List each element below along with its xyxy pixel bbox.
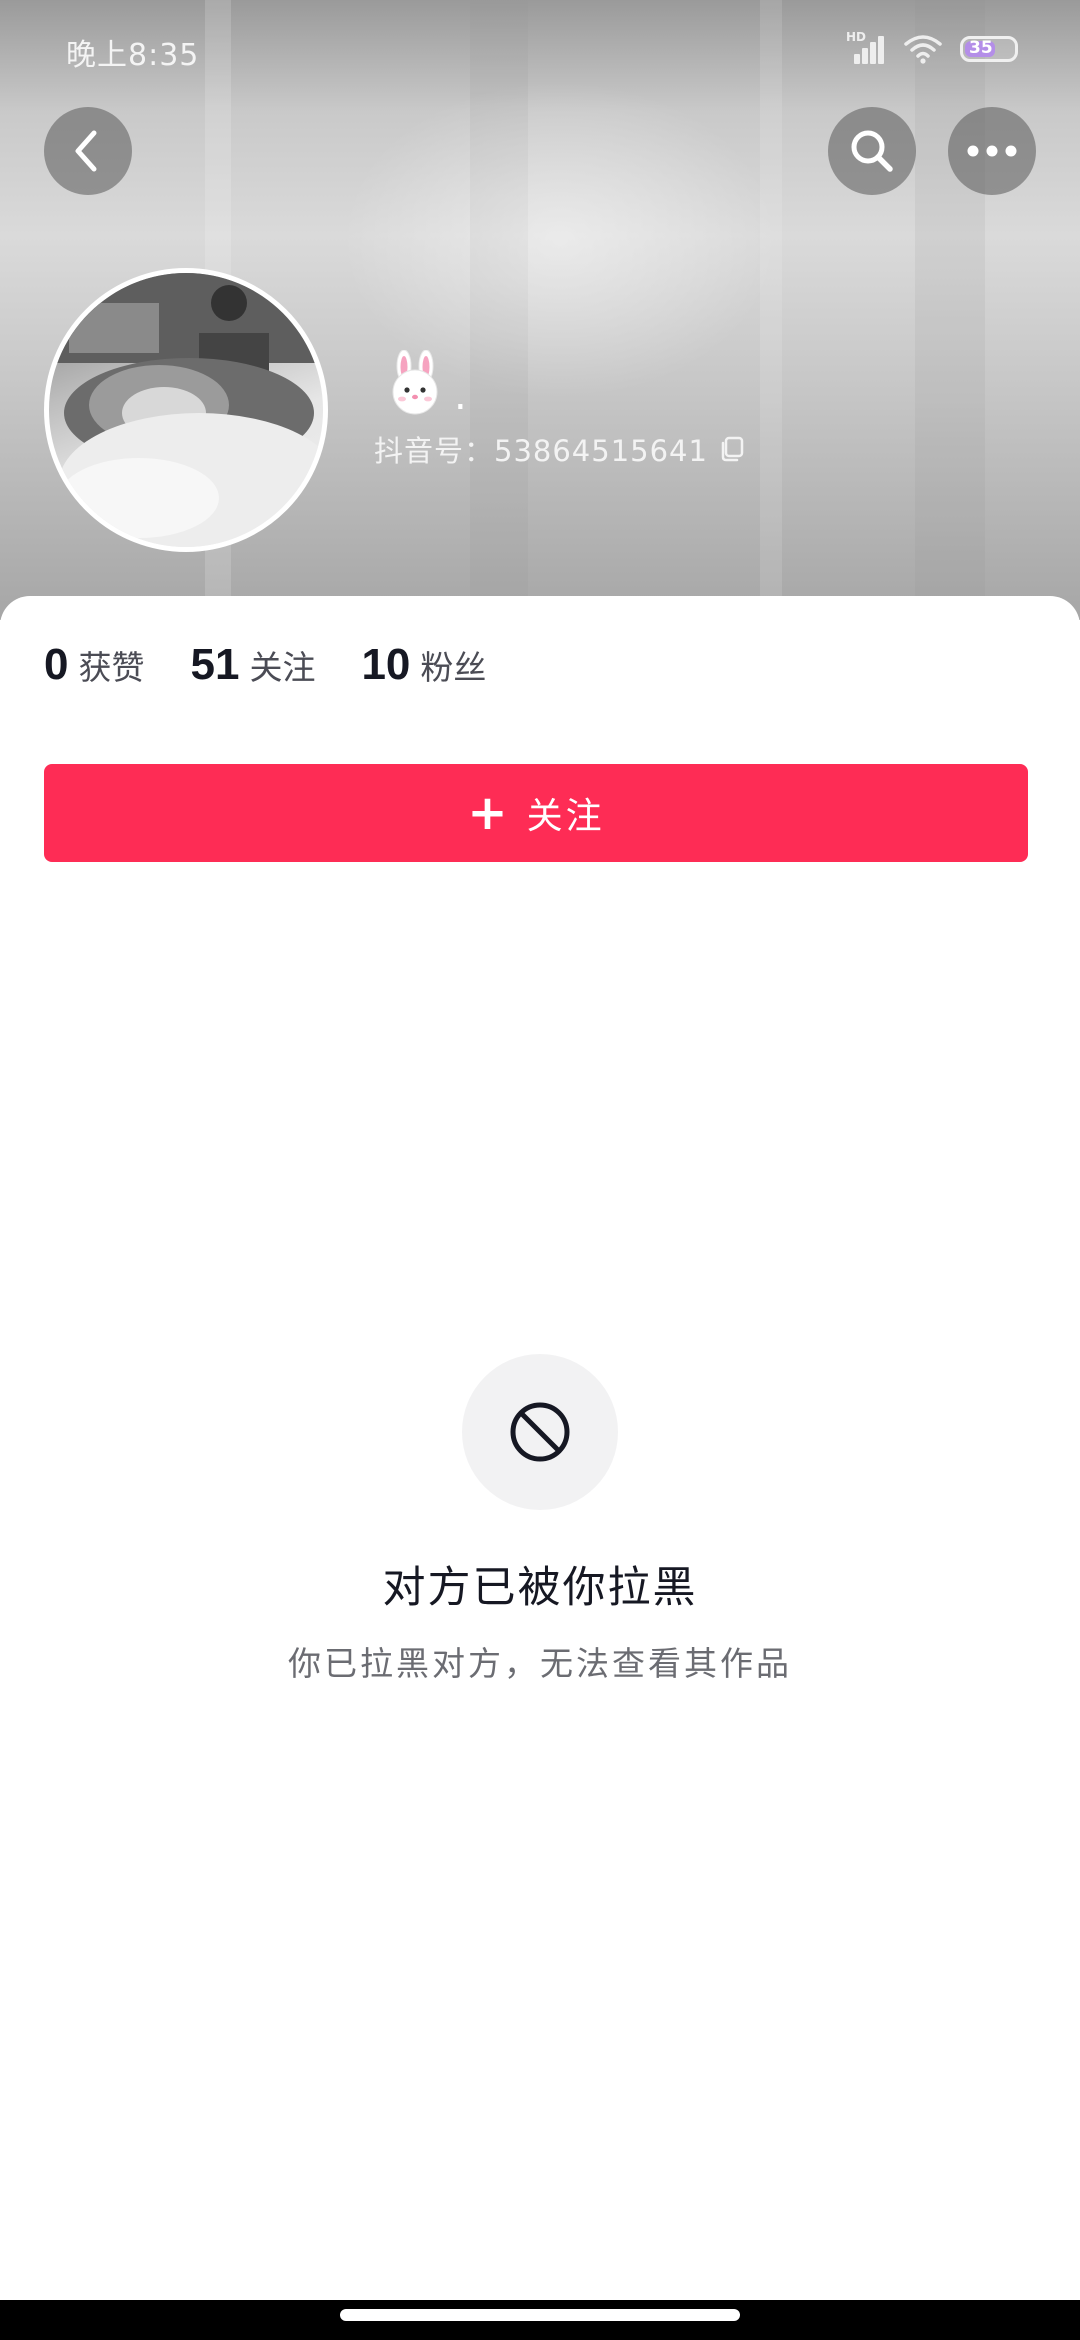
likes-label: 获赞 [78, 648, 145, 687]
signal-icon: HD [846, 30, 886, 64]
blocked-subtitle: 你已拉黑对方，无法查看其作品 [288, 1644, 792, 1683]
follow-label: 关注 [526, 796, 605, 837]
prohibited-icon [510, 1402, 570, 1462]
stat-following[interactable]: 51 关注 [190, 640, 315, 690]
followers-label: 粉丝 [420, 648, 487, 687]
wifi-icon [904, 35, 942, 64]
nickname: . [382, 350, 467, 416]
profile-stats: 0 获赞 51 关注 10 粉丝 [44, 640, 532, 690]
plus-icon: + [467, 785, 511, 841]
network-type: HD [846, 30, 867, 44]
following-label: 关注 [249, 648, 316, 687]
blocked-icon-container [462, 1354, 618, 1510]
chevron-left-icon [75, 130, 97, 172]
nickname-text: . [454, 373, 467, 419]
stat-followers[interactable]: 10 粉丝 [361, 640, 486, 690]
followers-count: 10 [361, 640, 411, 689]
home-indicator[interactable] [340, 2309, 740, 2321]
search-button[interactable] [828, 107, 916, 195]
status-icons: HD 35 [846, 30, 1018, 66]
battery-level: 35 [969, 38, 993, 58]
more-icon [967, 145, 1017, 157]
avatar[interactable] [44, 268, 328, 552]
avatar-photo [49, 273, 323, 547]
likes-count: 0 [44, 640, 69, 689]
rabbit-emoji-icon [392, 350, 438, 415]
following-count: 51 [190, 640, 240, 689]
search-icon [851, 130, 893, 172]
profile-screen: 晚上8:35 HD 35 . 抖音号：53864515641 0 获赞 51 关… [0, 0, 1080, 2300]
stat-likes[interactable]: 0 获赞 [44, 640, 144, 690]
status-time: 晚上8:35 [66, 38, 200, 73]
blocked-title: 对方已被你拉黑 [382, 1563, 698, 1613]
douyin-id-text: 抖音号：53864515641 [374, 434, 708, 468]
copy-icon[interactable] [718, 435, 746, 463]
back-button[interactable] [44, 107, 132, 195]
follow-button[interactable]: + 关注 [44, 764, 1028, 862]
battery-icon: 35 [960, 36, 1018, 62]
douyin-id[interactable]: 抖音号：53864515641 [374, 428, 746, 470]
more-button[interactable] [948, 107, 1036, 195]
